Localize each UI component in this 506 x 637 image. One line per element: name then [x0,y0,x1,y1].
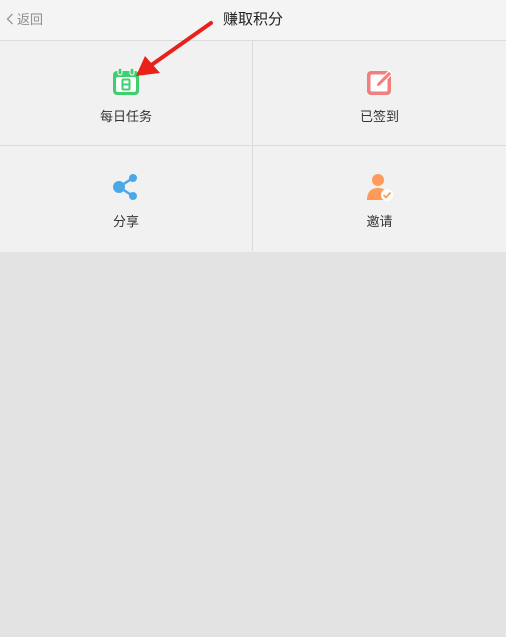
share-item[interactable]: 分享 [0,146,253,251]
daily-task-label: 每日任务 [99,110,152,125]
points-grid: 每日任务 已签到 分享 邀请 [0,41,506,252]
calendar-icon [113,67,139,95]
page-title: 赚取积分 [222,10,283,28]
invite-label: 邀请 [366,215,393,230]
invite-user-icon [366,174,393,201]
signed-in-label: 已签到 [359,110,399,125]
signed-in-item[interactable]: 已签到 [253,41,506,146]
share-icon [113,174,137,200]
edit-icon [366,70,393,95]
nav-bar: 返回 赚取积分 [0,0,506,41]
invite-item[interactable]: 邀请 [253,146,506,251]
daily-task-item[interactable]: 每日任务 [0,41,253,146]
share-label: 分享 [112,215,139,230]
